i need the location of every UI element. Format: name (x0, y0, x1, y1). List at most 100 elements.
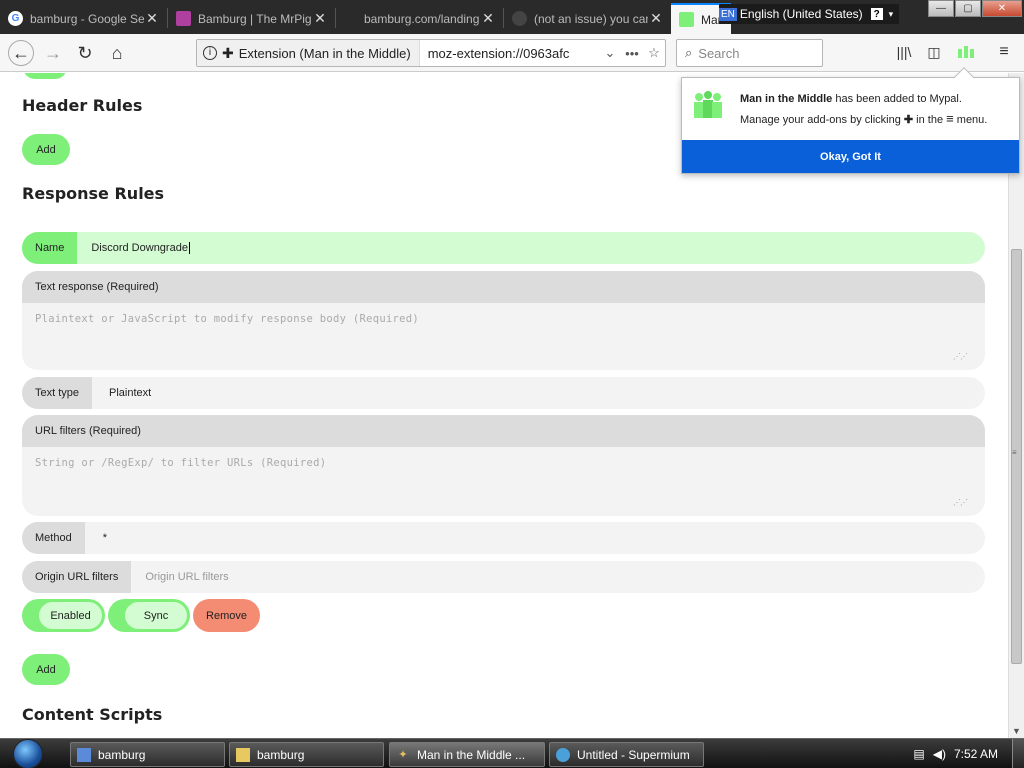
url-filters-label: URL filters (Required) (22, 415, 985, 447)
add-header-rule-button[interactable]: Add (22, 134, 70, 165)
info-icon: i (203, 46, 217, 60)
sidebar-icon[interactable]: ◫ (923, 41, 945, 63)
notification-message: Man in the Middle has been added to Mypa… (740, 89, 987, 130)
sync-toggle[interactable]: Sync (108, 599, 190, 632)
text-type-select[interactable]: Plaintext (92, 387, 151, 399)
back-icon[interactable]: ← (8, 40, 34, 66)
search-input[interactable]: ⌕ Search (676, 39, 823, 67)
search-icon: ⌕ (685, 45, 693, 60)
url-text[interactable]: moz-extension://0963afc (420, 46, 599, 61)
name-label: Name (22, 232, 78, 264)
identity-label: Extension (Man in the Middle) (238, 45, 411, 61)
taskbar-item-supermium[interactable]: Untitled - Supermium (549, 742, 704, 767)
remove-button[interactable]: Remove (193, 599, 260, 632)
library-icon[interactable]: |||\ (893, 41, 915, 63)
github-icon (512, 11, 527, 26)
language-menu-icon[interactable]: ▾ (889, 9, 894, 20)
origin-url-filters-input[interactable]: Origin URL filters (131, 571, 228, 583)
page-actions-icon[interactable]: ••• (621, 46, 643, 61)
help-icon[interactable]: ? (870, 8, 883, 20)
hamburger-menu-icon: ≡ (946, 111, 954, 126)
close-icon[interactable]: ✕ (648, 10, 664, 27)
mitm-extension-icon (679, 12, 694, 27)
message-line2-prefix: Manage your add-ons by clicking (740, 114, 904, 126)
supermium-icon (556, 747, 570, 762)
text-response-textarea[interactable]: Plaintext or JavaScript to modify respon… (22, 303, 985, 335)
site-identity[interactable]: i ✚ Extension (Man in the Middle) (197, 40, 420, 66)
site-icon (176, 11, 191, 26)
show-desktop-button[interactable] (1012, 739, 1024, 768)
chevron-down-icon[interactable]: ⌄ (599, 45, 621, 61)
name-field[interactable]: Name Discord Downgrade (22, 232, 985, 264)
tab-title: (not an issue) you can (534, 11, 648, 26)
text-type-label: Text type (22, 377, 93, 409)
hamburger-menu-icon[interactable]: ≡ (993, 41, 1015, 63)
maximize-icon[interactable]: ▢ (955, 0, 981, 17)
tab-google-search[interactable]: G bamburg - Google Search ✕ (0, 3, 166, 34)
name-input[interactable]: Discord Downgrade (77, 241, 190, 255)
tab-bamburg-landing[interactable]: bamburg.com/landing ✕ (336, 3, 502, 34)
name-value: Discord Downgrade (91, 241, 188, 254)
message-line2-suffix: menu. (953, 114, 988, 126)
tab-title: bamburg - Google Search (30, 11, 144, 26)
forward-icon[interactable]: → (40, 40, 66, 66)
taskbar-item-computer[interactable]: bamburg (70, 742, 225, 767)
puzzle-icon: ✚ (222, 44, 234, 61)
url-filters-field[interactable]: URL filters (Required) String or /RegExp… (22, 415, 985, 516)
sync-label: Sync (125, 602, 187, 629)
message-line2-mid: in the (913, 114, 947, 126)
computer-icon (77, 747, 91, 762)
tab-strip: G bamburg - Google Search ✕ Bamburg | Th… (0, 0, 1024, 34)
url-filters-textarea[interactable]: String or /RegExp/ to filter URLs (Requi… (22, 447, 985, 479)
enabled-label: Enabled (39, 602, 102, 629)
mitm-extension-icon (691, 88, 725, 122)
method-input[interactable]: * (85, 532, 107, 544)
close-icon[interactable]: ✕ (312, 10, 328, 27)
language-code: EN (719, 7, 737, 21)
taskbar-item-man-in-the-middle[interactable]: ✦ Man in the Middle ... (389, 742, 545, 767)
method-field[interactable]: Method * (22, 522, 985, 554)
close-icon[interactable]: ✕ (480, 10, 496, 27)
volume-icon[interactable]: ◀) (933, 747, 946, 761)
windows-taskbar: bamburg bamburg ✦ Man in the Middle ... … (0, 738, 1024, 768)
system-tray: ▤ ◀) 7:52 AM (913, 739, 1024, 768)
folder-icon (236, 747, 250, 762)
text-type-field[interactable]: Text type Plaintext (22, 377, 985, 409)
taskbar-item-label: Man in the Middle ... (417, 747, 526, 762)
home-icon[interactable]: ⌂ (104, 40, 130, 66)
tab-github-issue[interactable]: (not an issue) you can ✕ (504, 3, 670, 34)
enabled-toggle[interactable]: Enabled (22, 599, 105, 632)
url-bar[interactable]: i ✚ Extension (Man in the Middle) moz-ex… (196, 39, 666, 67)
start-button[interactable] (8, 739, 48, 768)
navigation-toolbar: ← → ↻ ⌂ i ✚ Extension (Man in the Middle… (0, 34, 1024, 72)
taskbar-item-folder[interactable]: bamburg (229, 742, 384, 767)
content-scripts-title: Content Scripts (22, 705, 163, 724)
okay-got-it-button[interactable]: Okay, Got It (682, 140, 1019, 173)
text-response-field[interactable]: Text response (Required) Plaintext or Ja… (22, 271, 985, 370)
bookmark-star-icon[interactable]: ☆ (643, 45, 665, 61)
browser-icon: ✦ (398, 749, 408, 761)
origin-url-filters-label: Origin URL filters (22, 561, 132, 593)
resize-handle-icon[interactable]: ⋰⋰ (953, 498, 968, 507)
taskbar-item-label: Untitled - Supermium (577, 747, 690, 762)
puzzle-icon: ✚ (903, 114, 914, 126)
minimize-icon[interactable]: — (928, 0, 954, 17)
scroll-down-icon[interactable]: ▼ (1012, 726, 1021, 736)
origin-url-filters-field[interactable]: Origin URL filters Origin URL filters (22, 561, 985, 593)
windows-logo-icon (13, 739, 43, 768)
close-icon[interactable]: ✕ (144, 10, 160, 27)
resize-handle-icon[interactable]: ⋰⋰ (953, 352, 968, 361)
add-response-rule-button[interactable]: Add (22, 654, 70, 685)
language-label: English (United States) (739, 7, 863, 21)
header-rules-title: Header Rules (22, 96, 143, 115)
language-bar[interactable]: EN English (United States) ? ▾ (719, 4, 900, 24)
mitm-toolbar-icon[interactable] (955, 41, 977, 63)
clock[interactable]: 7:52 AM (954, 747, 998, 761)
google-icon: G (8, 11, 23, 26)
add-button-clipped[interactable] (23, 73, 67, 79)
network-icon[interactable]: ▤ (913, 747, 924, 761)
tab-title: bamburg.com/landing (364, 11, 480, 26)
tab-bamburg-mrpiglr[interactable]: Bamburg | The MrPiglr ✕ (168, 3, 334, 34)
close-window-icon[interactable]: ✕ (982, 0, 1022, 17)
reload-icon[interactable]: ↻ (72, 40, 98, 66)
